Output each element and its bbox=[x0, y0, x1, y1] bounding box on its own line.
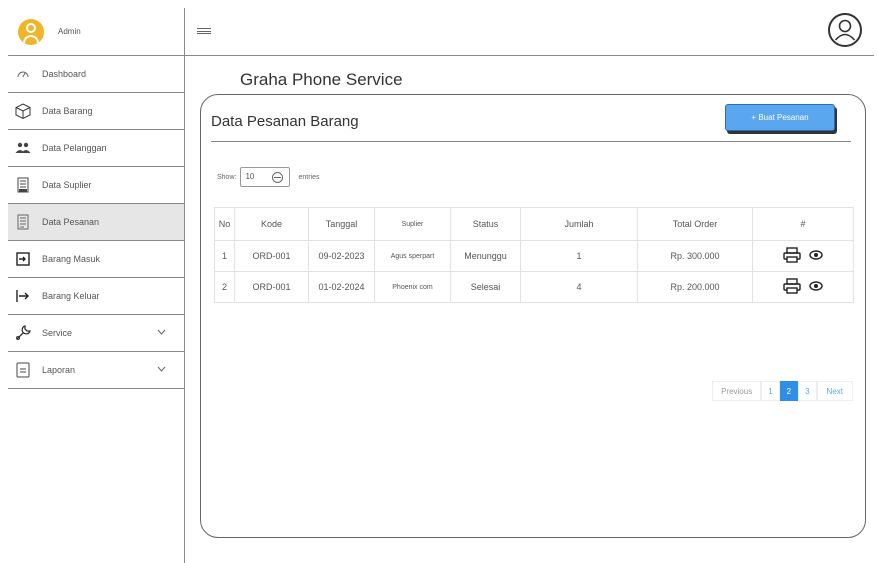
sidebar-item-label: Data Pesanan bbox=[42, 217, 100, 227]
sidebar-item-data-suplier[interactable]: Data Suplier bbox=[8, 167, 184, 204]
table-header-row: No Kode Tanggal Suplier Status Jumlah To… bbox=[214, 207, 854, 241]
sidebar-item-data-barang[interactable]: Data Barang bbox=[8, 93, 184, 130]
sidebar-item-barang-keluar[interactable]: Barang Keluar bbox=[8, 278, 184, 315]
sidebar-item-label: Barang Keluar bbox=[42, 291, 100, 301]
col-total-order: Total Order bbox=[637, 207, 753, 241]
admin-label: Admin bbox=[58, 27, 81, 36]
dashboard-icon bbox=[14, 65, 32, 83]
sidebar-header: Admin bbox=[8, 8, 184, 56]
row-actions bbox=[752, 271, 854, 303]
box-icon bbox=[14, 102, 32, 120]
chevron-down-icon[interactable] bbox=[157, 327, 166, 337]
pagination-previous[interactable]: Previous bbox=[712, 381, 762, 401]
table-row: 2 ORD-001 01-02-2024 Phoenix com Selesai… bbox=[214, 271, 854, 303]
sidebar-item-laporan[interactable]: Laporan bbox=[8, 352, 184, 389]
pagination-page-3[interactable]: 3 bbox=[798, 381, 817, 401]
col-tanggal: Tanggal bbox=[308, 207, 375, 241]
sidebar-item-data-pesanan[interactable]: Data Pesanan bbox=[8, 204, 184, 241]
view-eye-icon[interactable] bbox=[809, 250, 823, 262]
card-divider bbox=[211, 141, 851, 142]
sidebar-item-data-pelanggan[interactable]: Data Pelanggan bbox=[8, 130, 184, 167]
view-eye-icon[interactable] bbox=[809, 281, 823, 293]
chevron-down-icon[interactable] bbox=[157, 364, 166, 374]
row-actions bbox=[752, 240, 854, 272]
logout-icon bbox=[14, 287, 32, 305]
report-icon bbox=[14, 361, 32, 379]
col-suplier: Suplier bbox=[374, 207, 451, 241]
pagination: Previous 1 2 3 Next bbox=[712, 381, 853, 401]
orders-card: Data Pesanan Barang + Buat Pesanan Show:… bbox=[200, 94, 866, 538]
building-icon bbox=[14, 176, 32, 194]
sidebar-item-label: Data Barang bbox=[42, 106, 93, 116]
document-icon bbox=[14, 213, 32, 231]
sidebar-item-service[interactable]: Service bbox=[8, 315, 184, 352]
spinner-icon[interactable] bbox=[272, 172, 284, 183]
user-profile-icon[interactable] bbox=[828, 13, 862, 47]
pagination-page-2[interactable]: 2 bbox=[779, 381, 799, 401]
sidebar-item-barang-masuk[interactable]: Barang Masuk bbox=[8, 241, 184, 278]
sidebar-item-label: Data Pelanggan bbox=[42, 143, 107, 153]
table-row: 1 ORD-001 09-02-2023 Agus sperpart Menun… bbox=[214, 240, 854, 272]
show-label: Show bbox=[217, 173, 235, 181]
col-no: No bbox=[214, 207, 235, 241]
wrench-icon bbox=[14, 324, 32, 342]
col-status: Status bbox=[450, 207, 521, 241]
orders-table: No Kode Tanggal Suplier Status Jumlah To… bbox=[214, 207, 854, 303]
sidebar-item-label: Barang Masuk bbox=[42, 254, 101, 264]
print-icon[interactable] bbox=[783, 247, 801, 265]
entries-label: entries bbox=[298, 173, 320, 181]
entries-select[interactable]: 10 bbox=[240, 167, 291, 187]
login-icon bbox=[14, 250, 32, 268]
print-icon[interactable] bbox=[783, 278, 801, 296]
sidebar: Admin Dashboard Data Barang Data Pelangg… bbox=[8, 8, 185, 563]
col-kode: Kode bbox=[234, 207, 309, 241]
page-title: Graha Phone Service bbox=[240, 70, 403, 89]
pagination-page-1[interactable]: 1 bbox=[761, 381, 780, 401]
users-icon bbox=[14, 139, 32, 157]
sidebar-item-label: Laporan bbox=[42, 365, 76, 375]
col-actions: # bbox=[752, 207, 854, 241]
entries-control: Show: 10 entries bbox=[217, 167, 319, 187]
buat-pesanan-button[interactable]: + Buat Pesanan bbox=[725, 104, 835, 131]
hamburger-menu-icon[interactable] bbox=[197, 28, 211, 34]
sidebar-item-label: Dashboard bbox=[42, 69, 87, 79]
sidebar-item-label: Data Suplier bbox=[42, 180, 92, 190]
sidebar-item-dashboard[interactable]: Dashboard bbox=[8, 56, 184, 93]
pagination-next[interactable]: Next bbox=[816, 381, 853, 401]
admin-avatar[interactable] bbox=[18, 18, 44, 45]
card-title: Data Pesanan Barang bbox=[211, 113, 359, 130]
top-bar bbox=[185, 8, 874, 56]
col-jumlah: Jumlah bbox=[520, 207, 638, 241]
sidebar-item-label: Service bbox=[42, 328, 73, 338]
